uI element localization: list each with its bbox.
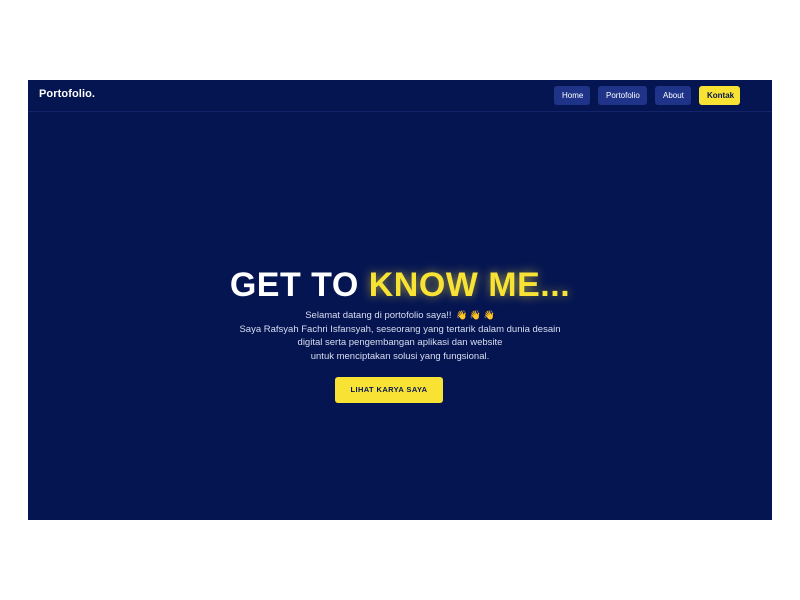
nav-home-button[interactable]: Home: [554, 86, 590, 105]
waving-hand-icon: 👋 👋 👋: [456, 310, 495, 320]
hero-intro: Selamat datang di portofolio saya!! 👋 👋 …: [28, 309, 772, 363]
hero-greeting-line: Selamat datang di portofolio saya!! 👋 👋 …: [28, 309, 772, 323]
hero-section: GET TO KNOW ME... Selamat datang di port…: [28, 80, 772, 520]
hero-title-highlight: KNOW ME...: [368, 266, 571, 304]
hero-greeting: Selamat datang di portofolio saya!!: [305, 310, 452, 321]
navbar: Portofolio. Home Portofolio About Kontak: [28, 80, 772, 112]
nav-portfolio-button[interactable]: Portofolio: [598, 86, 647, 105]
hero-title-white: GET TO: [229, 266, 369, 304]
hero-description-line: digital serta pengembangan aplikasi dan …: [297, 337, 503, 348]
hero-description-line: Saya Rafsyah Fachri Isfansyah, seseorang…: [239, 323, 561, 335]
brand-logo[interactable]: Portofolio.: [39, 88, 95, 100]
nav-about-button[interactable]: About: [655, 86, 691, 105]
hero-description-line: untuk menciptakan solusi yang fungsional…: [310, 350, 490, 362]
nav-contact-button[interactable]: Kontak: [699, 86, 740, 105]
page-frame: GET TO KNOW ME... Selamat datang di port…: [28, 80, 772, 520]
nav-links: Home Portofolio About Kontak: [554, 86, 740, 105]
hero-title: GET TO KNOW ME...: [28, 265, 772, 305]
view-work-button[interactable]: LIHAT KARYA SAYA: [335, 377, 443, 403]
